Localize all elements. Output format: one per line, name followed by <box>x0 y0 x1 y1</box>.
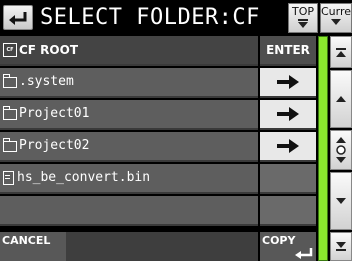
cancel-button[interactable]: CANCEL <box>0 232 66 261</box>
copy-button[interactable]: COPY <box>260 232 316 261</box>
scroll-bottom-icon <box>336 242 346 248</box>
scrollbar-thumb[interactable] <box>319 37 327 260</box>
scroll-up-button[interactable] <box>330 70 352 128</box>
enter-button[interactable]: ENTER <box>260 36 316 66</box>
back-arrow-icon <box>9 11 27 25</box>
cf-card-icon: CF <box>3 43 17 57</box>
scroll-top-bar-icon <box>336 47 346 50</box>
list-item-name: Project02 <box>19 138 90 153</box>
current-arrow-icon <box>331 19 341 25</box>
right-arrow-icon <box>277 139 299 153</box>
list-item-name: hs_be_convert.bin <box>17 170 151 185</box>
scroll-position-down-icon <box>336 157 346 163</box>
scroll-down-icon <box>336 198 346 204</box>
list-item-name: .system <box>19 74 74 89</box>
row-action-empty <box>260 196 316 226</box>
right-arrow-icon <box>277 107 299 121</box>
enter-arrow-icon <box>295 248 313 259</box>
file-icon <box>3 171 14 185</box>
top-bar-icon <box>298 19 308 21</box>
folder-icon <box>3 105 17 120</box>
folder-icon <box>3 137 17 152</box>
top-button-label: TOP <box>291 5 314 18</box>
list-item[interactable]: Project01 <box>0 100 258 130</box>
current-button-label: Current <box>321 5 352 18</box>
open-folder-button[interactable] <box>260 68 316 98</box>
folder-icon <box>3 73 17 88</box>
cf-root-label: CF ROOT <box>19 43 79 57</box>
list-item[interactable]: Project02 <box>0 132 258 162</box>
scroll-bottom-bar-icon <box>336 249 346 251</box>
enter-button-label: ENTER <box>266 43 310 57</box>
cf-root-row[interactable]: CF CF ROOT <box>0 36 258 66</box>
scroll-down-button[interactable] <box>330 172 352 230</box>
top-arrow-icon <box>298 22 308 28</box>
list-item-name: Project01 <box>19 106 90 121</box>
scroll-bottom-button[interactable] <box>330 232 352 261</box>
copy-button-label: COPY <box>262 234 296 247</box>
scroll-top-button[interactable] <box>330 36 352 68</box>
scroll-top-icon <box>336 50 346 57</box>
empty-row <box>0 196 258 226</box>
right-arrow-icon <box>277 75 299 89</box>
cancel-button-label: CANCEL <box>2 234 51 247</box>
open-folder-button[interactable] <box>260 132 316 162</box>
open-folder-button[interactable] <box>260 100 316 130</box>
scroll-position-button[interactable] <box>330 130 352 170</box>
top-button[interactable]: TOP <box>288 3 318 33</box>
current-button[interactable]: Current <box>320 3 352 33</box>
list-item[interactable]: .system <box>0 68 258 98</box>
list-item[interactable]: hs_be_convert.bin <box>0 164 258 194</box>
row-action-empty <box>260 164 316 194</box>
scroll-up-icon <box>336 96 346 102</box>
back-button[interactable] <box>3 5 33 30</box>
scroll-position-dot-icon <box>336 145 346 155</box>
scroll-position-up-icon <box>336 137 346 143</box>
page-title: SELECT FOLDER:CF <box>40 5 260 30</box>
